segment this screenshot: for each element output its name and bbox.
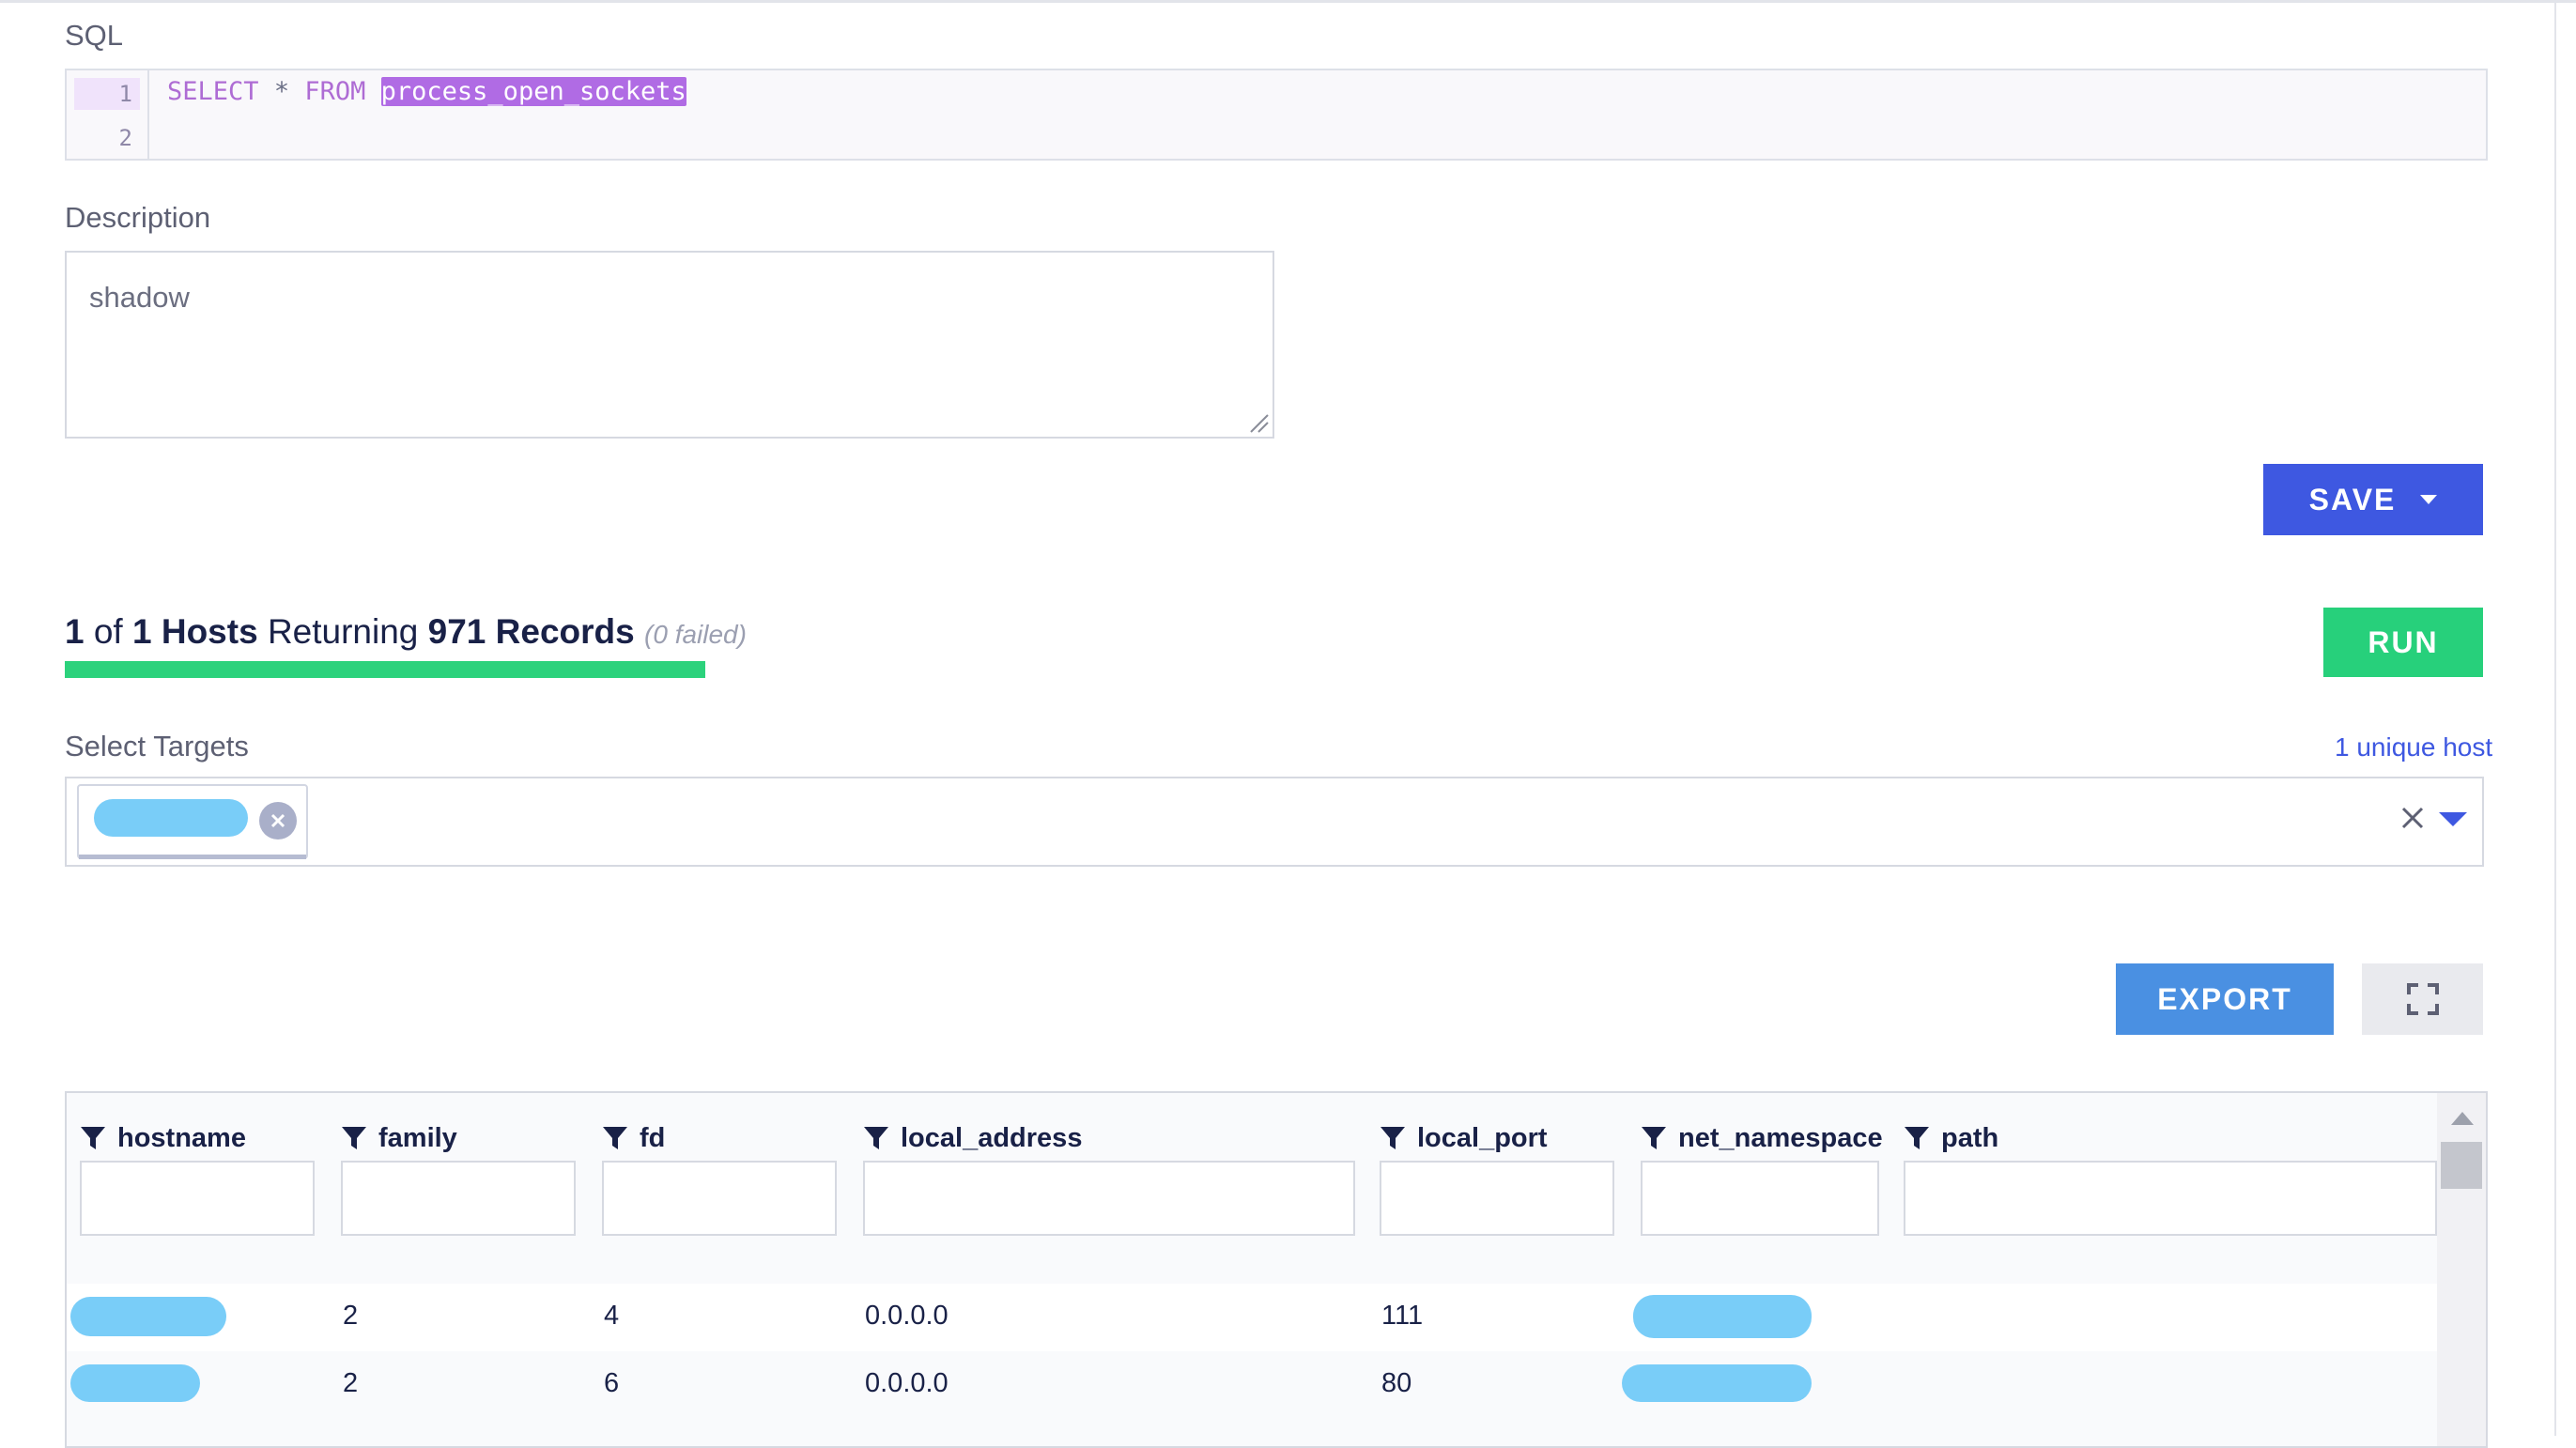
line-number-2: 2: [118, 125, 132, 151]
line-number-1: 1: [74, 78, 140, 110]
column-header-label: path: [1941, 1122, 1999, 1153]
sql-star: *: [273, 77, 290, 106]
sql-editor[interactable]: 1 2 SELECT * FROM process_open_sockets: [65, 69, 2488, 161]
scroll-thumb[interactable]: [2441, 1142, 2482, 1189]
column-header-local-address[interactable]: local_address: [863, 1121, 1082, 1155]
sql-keyword-select: SELECT: [167, 77, 259, 106]
fullscreen-icon: [2406, 983, 2439, 1015]
save-button[interactable]: SAVE: [2263, 464, 2483, 535]
table-scrollbar[interactable]: [2437, 1093, 2486, 1446]
column-header-label: fd: [640, 1122, 666, 1153]
hostname-redacted: [70, 1364, 200, 1402]
filter-icon: [603, 1127, 627, 1149]
description-label: Description: [65, 201, 211, 234]
column-header-net-namespace[interactable]: net_namespace: [1641, 1121, 1883, 1155]
failed-count: (0 failed): [644, 620, 747, 649]
targets-dropdown-icon[interactable]: [2439, 812, 2467, 826]
records-count: 971 Records: [427, 612, 635, 651]
run-button[interactable]: RUN: [2323, 608, 2483, 677]
cell-local-address: 0.0.0.0: [865, 1368, 949, 1398]
query-status: 1 of 1 Hosts Returning 971 Records (0 fa…: [65, 612, 747, 652]
description-textarea[interactable]: shadow: [65, 251, 1274, 439]
filter-icon: [1905, 1127, 1929, 1149]
save-button-label: SAVE: [2308, 482, 2397, 516]
hostname-redacted: [70, 1297, 226, 1336]
filter-input-hostname[interactable]: [80, 1161, 315, 1236]
sql-keyword-from: FROM: [304, 77, 366, 106]
table-row: 2 4 0.0.0.0 111: [67, 1284, 2437, 1351]
top-divider: [0, 0, 2576, 3]
status-returning: Returning: [267, 612, 419, 651]
resize-handle-icon[interactable]: [1248, 412, 1269, 433]
column-header-local-port[interactable]: local_port: [1380, 1121, 1548, 1155]
column-header-label: local_address: [901, 1122, 1083, 1153]
filter-input-net-namespace[interactable]: [1641, 1161, 1879, 1236]
remove-target-icon[interactable]: [259, 802, 297, 840]
net-namespace-redacted: [1633, 1295, 1812, 1338]
column-header-fd[interactable]: fd: [602, 1121, 665, 1155]
select-targets-label: Select Targets: [65, 730, 249, 763]
unique-host-count: 1 unique host: [2335, 732, 2493, 762]
status-of: of: [93, 612, 123, 651]
net-namespace-redacted: [1622, 1364, 1812, 1402]
cell-fd: 4: [604, 1301, 620, 1331]
targets-select[interactable]: [65, 777, 2484, 867]
column-header-label: hostname: [117, 1122, 246, 1153]
run-button-label: RUN: [2368, 624, 2439, 659]
sql-label: SQL: [65, 19, 124, 52]
cell-local-address: 0.0.0.0: [865, 1301, 949, 1331]
description-value: shadow: [89, 281, 190, 314]
page-scroll-edge: [2554, 0, 2556, 1436]
filter-input-family[interactable]: [341, 1161, 576, 1236]
filter-input-local-address[interactable]: [863, 1161, 1355, 1236]
column-header-family[interactable]: family: [341, 1121, 457, 1155]
cell-family: 2: [343, 1301, 359, 1331]
column-header-label: net_namespace: [1678, 1122, 1883, 1153]
filter-input-local-port[interactable]: [1380, 1161, 1614, 1236]
scroll-up-icon[interactable]: [2451, 1112, 2474, 1125]
editor-gutter: 1 2: [67, 70, 149, 159]
filter-icon: [1381, 1127, 1405, 1149]
sql-table-name-selected: process_open_sockets: [380, 77, 686, 106]
filter-icon: [81, 1127, 105, 1149]
filter-icon: [864, 1127, 888, 1149]
target-chip-redacted: [94, 799, 248, 837]
export-button[interactable]: EXPORT: [2116, 963, 2334, 1035]
save-dropdown-caret-icon: [2420, 495, 2438, 504]
column-header-label: family: [378, 1122, 457, 1153]
hosts-done: 1: [65, 612, 85, 651]
hosts-total: 1 Hosts: [132, 612, 258, 651]
fullscreen-button[interactable]: [2362, 963, 2483, 1035]
cell-fd: 6: [604, 1368, 620, 1398]
target-chip-underline: [79, 855, 306, 859]
filter-icon: [342, 1127, 366, 1149]
column-header-hostname[interactable]: hostname: [80, 1121, 246, 1155]
column-header-path[interactable]: path: [1904, 1121, 1998, 1155]
table-row: 2 6 0.0.0.0 80: [67, 1351, 2437, 1419]
target-chip[interactable]: [77, 784, 308, 859]
filter-input-fd[interactable]: [602, 1161, 837, 1236]
results-table: 2 4 0.0.0.0 111 2 6 0.0.0.0 80 hostname …: [65, 1091, 2488, 1448]
query-progress-fill: [65, 661, 705, 678]
cell-family: 2: [343, 1368, 359, 1398]
clear-targets-icon[interactable]: [2399, 805, 2426, 831]
cell-local-port: 80: [1381, 1368, 1412, 1398]
cell-local-port: 111: [1381, 1301, 1424, 1331]
column-header-label: local_port: [1417, 1122, 1548, 1153]
filter-input-path[interactable]: [1904, 1161, 2437, 1236]
export-button-label: EXPORT: [2157, 981, 2292, 1016]
query-progress-bar: [65, 661, 705, 678]
filter-icon: [1642, 1127, 1666, 1149]
sql-code-line-1[interactable]: SELECT * FROM process_open_sockets: [167, 76, 686, 108]
